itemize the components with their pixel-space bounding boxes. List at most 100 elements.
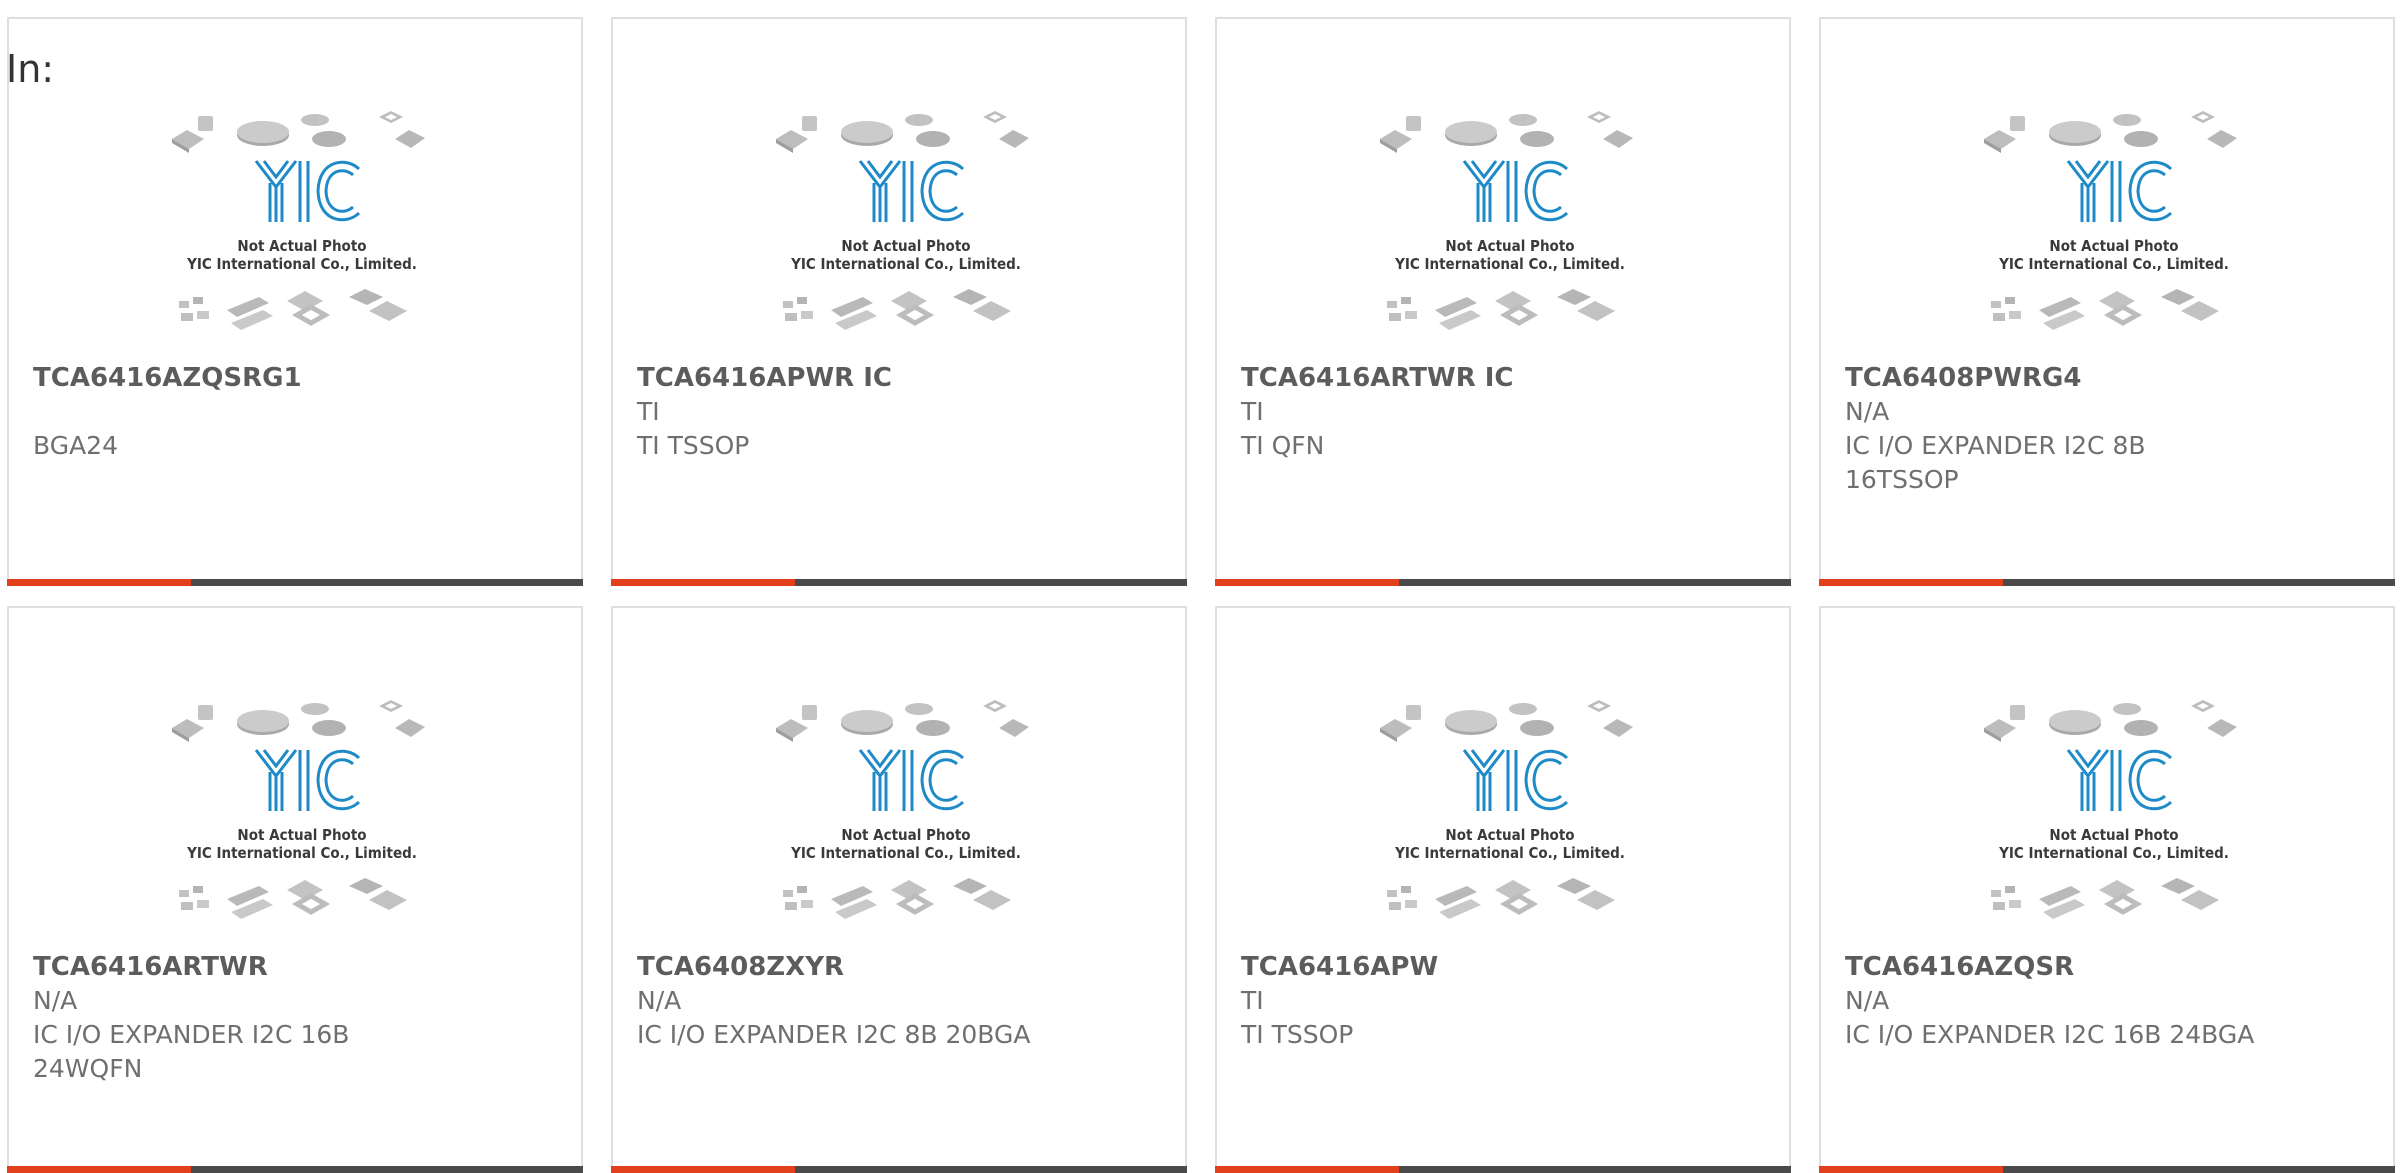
- card-footer-bar: [1819, 1166, 2395, 1173]
- chip-placeholder-icon: Not Actual Photo YIC International Co., …: [1380, 700, 1633, 919]
- product-manufacturer: N/A: [637, 986, 682, 1015]
- product-description: IC I/O EXPANDER I2C 16B 24BGA: [1845, 1020, 2255, 1049]
- card-accent-bar: [1819, 579, 2003, 586]
- yic-logo-icon: [2066, 749, 2173, 811]
- filter-label: In:: [6, 47, 55, 91]
- chip-top-row: [1984, 700, 2237, 742]
- company-name-text: YIC International Co., Limited.: [790, 844, 1021, 862]
- company-name-text: YIC International Co., Limited.: [186, 844, 417, 862]
- product-manufacturer: TI: [1241, 986, 1264, 1015]
- chip-bottom-row: [1387, 289, 1615, 330]
- product-image[interactable]: Not Actual Photo YIC International Co., …: [1981, 105, 2247, 355]
- product-image[interactable]: Not Actual Photo YIC International Co., …: [169, 694, 435, 944]
- card-footer-bar: [611, 1166, 1187, 1173]
- company-name-text: YIC International Co., Limited.: [1998, 255, 2229, 273]
- yic-logo-icon: [254, 749, 361, 811]
- product-description: IC I/O EXPANDER I2C 8B 16TSSOP: [1845, 431, 2146, 494]
- yic-logo-icon: [858, 160, 965, 222]
- card-accent-bar: [611, 1166, 795, 1173]
- product-part-number[interactable]: TCA6416APWR IC: [637, 361, 1161, 395]
- product-card[interactable]: Not Actual Photo YIC International Co., …: [1215, 606, 1791, 1173]
- product-part-number[interactable]: TCA6416AZQSR: [1845, 950, 2369, 984]
- product-description: IC I/O EXPANDER I2C 16B 24WQFN: [33, 1020, 350, 1083]
- product-part-number[interactable]: TCA6416AZQSRG1: [33, 361, 557, 395]
- not-actual-photo-text: Not Actual Photo: [1445, 237, 1574, 255]
- product-image[interactable]: Not Actual Photo YIC International Co., …: [1377, 694, 1643, 944]
- product-image[interactable]: Not Actual Photo YIC International Co., …: [169, 105, 435, 355]
- company-name-text: YIC International Co., Limited.: [186, 255, 417, 273]
- yic-logo-icon: [858, 749, 965, 811]
- product-image[interactable]: Not Actual Photo YIC International Co., …: [1981, 694, 2247, 944]
- product-manufacturer: N/A: [33, 986, 78, 1015]
- product-card[interactable]: Not Actual Photo YIC International Co., …: [611, 606, 1187, 1173]
- not-actual-photo-text: Not Actual Photo: [841, 237, 970, 255]
- card-footer-bar: [7, 579, 583, 586]
- product-description: BGA24: [33, 431, 118, 460]
- product-card[interactable]: Not Actual Photo YIC International Co., …: [7, 606, 583, 1173]
- card-accent-bar: [611, 579, 795, 586]
- product-manufacturer: N/A: [1845, 397, 1890, 426]
- product-manufacturer: [33, 395, 557, 429]
- product-manufacturer: TI: [1241, 397, 1264, 426]
- chip-placeholder-icon: Not Actual Photo YIC International Co., …: [172, 111, 425, 330]
- product-card[interactable]: Not Actual Photo YIC International Co., …: [611, 17, 1187, 586]
- card-footer-bar: [1215, 579, 1791, 586]
- chip-top-row: [172, 700, 425, 742]
- chip-placeholder-icon: Not Actual Photo YIC International Co., …: [776, 111, 1029, 330]
- product-description: TI TSSOP: [637, 431, 750, 460]
- chip-placeholder-icon: Not Actual Photo YIC International Co., …: [776, 700, 1029, 919]
- product-part-number[interactable]: TCA6416APW: [1241, 950, 1765, 984]
- product-part-number[interactable]: TCA6416ARTWR IC: [1241, 361, 1765, 395]
- yic-logo-icon: [1462, 749, 1569, 811]
- chip-placeholder-icon: Not Actual Photo YIC International Co., …: [1984, 111, 2237, 330]
- product-card[interactable]: Not Actual Photo YIC International Co., …: [1819, 606, 2395, 1173]
- chip-top-row: [1380, 700, 1633, 742]
- product-part-number[interactable]: TCA6416ARTWR: [33, 950, 557, 984]
- card-accent-bar: [1215, 1166, 1399, 1173]
- not-actual-photo-text: Not Actual Photo: [2049, 237, 2178, 255]
- chip-top-row: [172, 111, 425, 153]
- card-accent-bar: [1215, 579, 1399, 586]
- yic-logo-icon: [2066, 160, 2173, 222]
- chip-bottom-row: [783, 289, 1011, 330]
- product-image[interactable]: Not Actual Photo YIC International Co., …: [773, 694, 1039, 944]
- card-footer-bar: [611, 579, 1187, 586]
- chip-top-row: [776, 111, 1029, 153]
- chip-bottom-row: [783, 878, 1011, 919]
- product-card[interactable]: Not Actual Photo YIC International Co., …: [1215, 17, 1791, 586]
- chip-bottom-row: [1991, 878, 2219, 919]
- company-name-text: YIC International Co., Limited.: [790, 255, 1021, 273]
- company-name-text: YIC International Co., Limited.: [1394, 255, 1625, 273]
- chip-bottom-row: [179, 878, 407, 919]
- chip-placeholder-icon: Not Actual Photo YIC International Co., …: [1984, 700, 2237, 919]
- chip-top-row: [1984, 111, 2237, 153]
- chip-placeholder-icon: Not Actual Photo YIC International Co., …: [172, 700, 425, 919]
- product-manufacturer: N/A: [1845, 986, 1890, 1015]
- product-card[interactable]: Not Actual Photo YIC International Co., …: [7, 17, 583, 586]
- card-accent-bar: [7, 579, 191, 586]
- product-description: TI TSSOP: [1241, 1020, 1354, 1049]
- product-description: TI QFN: [1241, 431, 1325, 460]
- chip-top-row: [1380, 111, 1633, 153]
- chip-top-row: [776, 700, 1029, 742]
- product-description: IC I/O EXPANDER I2C 8B 20BGA: [637, 1020, 1031, 1049]
- product-card[interactable]: Not Actual Photo YIC International Co., …: [1819, 17, 2395, 586]
- product-part-number[interactable]: TCA6408PWRG4: [1845, 361, 2369, 395]
- yic-logo-icon: [254, 160, 361, 222]
- product-part-number[interactable]: TCA6408ZXYR: [637, 950, 1161, 984]
- yic-logo-icon: [1462, 160, 1569, 222]
- chip-placeholder-icon: Not Actual Photo YIC International Co., …: [1380, 111, 1633, 330]
- company-name-text: YIC International Co., Limited.: [1394, 844, 1625, 862]
- chip-bottom-row: [1991, 289, 2219, 330]
- product-image[interactable]: Not Actual Photo YIC International Co., …: [773, 105, 1039, 355]
- not-actual-photo-text: Not Actual Photo: [2049, 826, 2178, 844]
- not-actual-photo-text: Not Actual Photo: [237, 237, 366, 255]
- chip-bottom-row: [179, 289, 407, 330]
- company-name-text: YIC International Co., Limited.: [1998, 844, 2229, 862]
- not-actual-photo-text: Not Actual Photo: [1445, 826, 1574, 844]
- card-footer-bar: [1819, 579, 2395, 586]
- card-accent-bar: [7, 1166, 191, 1173]
- not-actual-photo-text: Not Actual Photo: [237, 826, 366, 844]
- product-image[interactable]: Not Actual Photo YIC International Co., …: [1377, 105, 1643, 355]
- card-footer-bar: [7, 1166, 583, 1173]
